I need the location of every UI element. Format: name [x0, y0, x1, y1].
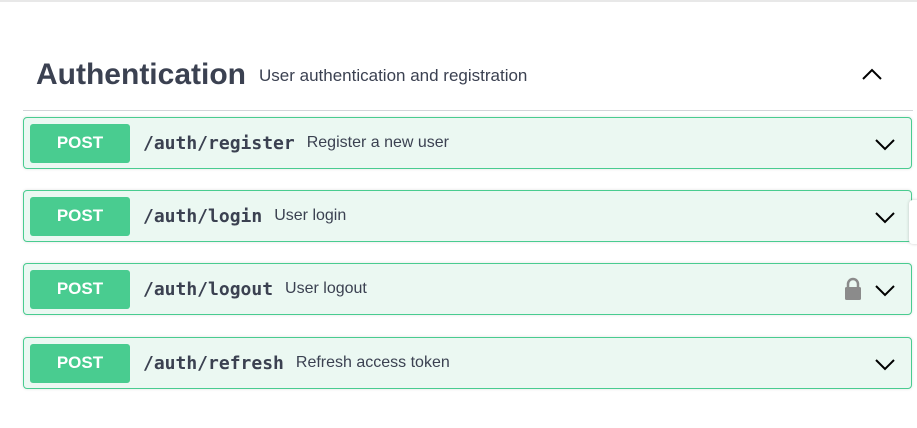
- operation-post-auth-refresh[interactable]: POST /auth/refresh Refresh access token: [23, 337, 912, 389]
- operation-summary: Register a new user: [306, 134, 450, 151]
- operation-summary: User login: [274, 207, 347, 224]
- chevron-down-icon[interactable]: [874, 207, 896, 227]
- operation-path: /auth/login: [143, 205, 263, 227]
- side-scroll-handle[interactable]: [909, 200, 917, 244]
- section-description: User authentication and registration: [259, 66, 528, 85]
- method-badge: POST: [30, 269, 130, 309]
- chevron-up-icon[interactable]: [861, 64, 883, 86]
- operation-summary: User logout: [285, 280, 367, 297]
- method-badge: POST: [30, 196, 130, 236]
- chevron-down-icon[interactable]: [874, 280, 896, 300]
- operation-path: /auth/register: [143, 132, 295, 154]
- operation-path: /auth/logout: [143, 278, 274, 300]
- method-badge: POST: [30, 343, 130, 383]
- operation-summary: Refresh access token: [295, 354, 450, 371]
- operation-post-auth-logout[interactable]: POST /auth/logout User logout: [23, 263, 912, 315]
- section-header-authentication[interactable]: Authentication User authentication and r…: [23, 40, 913, 111]
- operation-path: /auth/refresh: [143, 352, 284, 374]
- operation-post-auth-register[interactable]: POST /auth/register Register a new user: [23, 117, 912, 169]
- section-title: Authentication: [36, 58, 246, 91]
- chevron-down-icon[interactable]: [874, 134, 896, 154]
- top-divider: [0, 0, 917, 2]
- lock-icon[interactable]: [843, 277, 863, 301]
- chevron-down-icon[interactable]: [874, 354, 896, 374]
- method-badge: POST: [30, 123, 130, 163]
- operation-post-auth-login[interactable]: POST /auth/login User login: [23, 190, 912, 242]
